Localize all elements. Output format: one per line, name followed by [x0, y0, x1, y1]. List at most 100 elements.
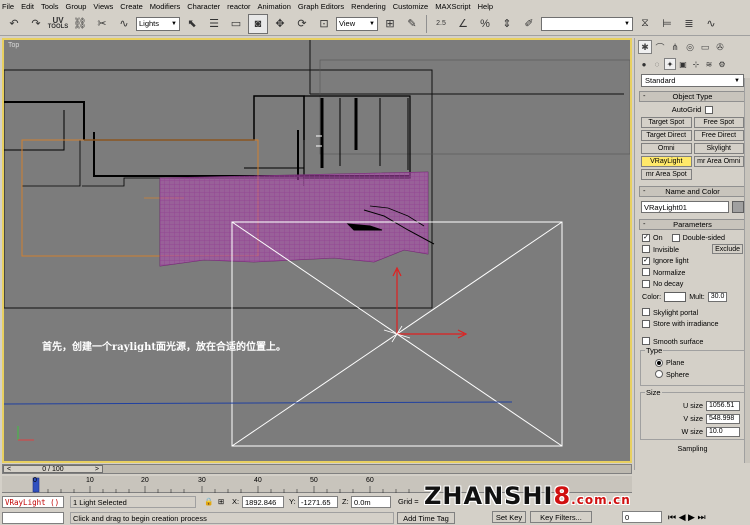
ignore-light-checkbox[interactable]: ✓ [642, 256, 650, 265]
exclude-button[interactable]: Exclude [712, 244, 743, 255]
space-warps-icon[interactable]: ≋ [703, 58, 715, 70]
align-icon[interactable]: ⊨ [657, 14, 677, 34]
move-icon[interactable]: ✥ [270, 14, 290, 34]
mr-area-spot-button[interactable]: mr Area Spot [641, 169, 692, 180]
menu-customize[interactable]: Customize [393, 2, 428, 11]
shapes-icon[interactable]: ◌ [651, 58, 663, 70]
lock-selection-icon[interactable]: 🔒 [204, 497, 213, 506]
select-manipulate-icon[interactable]: ✎ [402, 14, 422, 34]
absolute-mode-icon[interactable]: ⊞ [218, 497, 224, 506]
cameras-icon[interactable]: ▣ [677, 58, 689, 70]
object-name-field[interactable]: VRayLight01 [641, 201, 729, 213]
bind-space-warp-icon[interactable]: ∿ [114, 14, 134, 34]
percent-snap-icon[interactable]: % [475, 14, 495, 34]
target-direct-button[interactable]: Target Direct [641, 130, 692, 141]
maxscript-listener-field[interactable]: VRayLight () [2, 496, 64, 508]
object-type-rollout[interactable]: - Object Type [639, 91, 746, 102]
snap-toggle-icon[interactable]: 2.5 [431, 14, 451, 34]
systems-icon[interactable]: ⚙ [716, 58, 728, 70]
free-spot-button[interactable]: Free Spot [693, 117, 744, 128]
no-decay-checkbox[interactable] [642, 279, 650, 288]
add-time-tag-button[interactable]: Add Time Tag [397, 512, 455, 524]
z-coordinate-field[interactable]: 0.0m [351, 496, 391, 508]
uv-tools-button[interactable]: UV TOOLS [48, 14, 69, 34]
u-size-input[interactable]: 1056.51 [706, 400, 740, 411]
menu-edit[interactable]: Edit [21, 2, 34, 11]
menu-help[interactable]: Help [478, 2, 493, 11]
y-coordinate-field[interactable]: -1271.65 [298, 496, 338, 508]
maxscript-mini-listener[interactable] [2, 512, 64, 524]
menu-reactor[interactable]: reactor [227, 2, 250, 11]
light-color-swatch[interactable] [664, 291, 687, 302]
edit-named-selection-icon[interactable]: ✐ [519, 14, 539, 34]
menu-animation[interactable]: Animation [258, 2, 291, 11]
normalize-checkbox[interactable] [642, 268, 650, 277]
create-tab-icon[interactable]: ✱ [638, 40, 652, 54]
menu-views[interactable]: Views [93, 2, 113, 11]
menu-modifiers[interactable]: Modifiers [150, 2, 180, 11]
selection-filter-dropdown[interactable]: Lights ▼ [136, 16, 180, 31]
select-object-icon[interactable]: ⬉ [182, 14, 202, 34]
menu-rendering[interactable]: Rendering [351, 2, 386, 11]
v-size-input[interactable]: 548.998 [706, 413, 740, 424]
double-sided-checkbox[interactable] [671, 233, 680, 242]
undo-icon[interactable]: ↶ [4, 14, 24, 34]
menu-maxscript[interactable]: MAXScript [435, 2, 470, 11]
select-link-icon[interactable]: ⛓ [70, 14, 90, 34]
menu-character[interactable]: Character [187, 2, 220, 11]
skylight-button[interactable]: Skylight [693, 143, 744, 154]
select-by-name-icon[interactable]: ☰ [204, 14, 224, 34]
on-checkbox[interactable]: ✓ [642, 233, 650, 242]
geometry-icon[interactable]: ● [638, 58, 650, 70]
name-color-rollout[interactable]: - Name and Color [639, 186, 746, 197]
invisible-checkbox[interactable] [642, 245, 650, 254]
top-viewport[interactable]: Top 首先，创建一个raylight面光源，放在合适的位置上。 [2, 38, 632, 463]
reference-coord-dropdown[interactable]: View ▼ [336, 16, 378, 31]
display-tab-icon[interactable]: ▭ [698, 40, 712, 54]
mirror-icon[interactable]: ⧖ [635, 14, 655, 34]
free-direct-button[interactable]: Free Direct [693, 130, 744, 141]
motion-tab-icon[interactable]: ◎ [683, 40, 697, 54]
mult-input[interactable]: 30.0 [707, 291, 728, 302]
window-crossing-icon[interactable]: ◙ [248, 13, 268, 34]
menu-group[interactable]: Group [66, 2, 87, 11]
vraylight-button[interactable]: VRayLight [641, 156, 692, 167]
layer-manager-icon[interactable]: ≣ [679, 14, 699, 34]
plane-radio[interactable] [655, 358, 663, 367]
pivot-center-icon[interactable]: ⊞ [380, 14, 400, 34]
target-spot-button[interactable]: Target Spot [641, 117, 692, 128]
parameters-rollout[interactable]: - Parameters [639, 219, 746, 230]
rotate-icon[interactable]: ⟳ [292, 14, 312, 34]
omni-button[interactable]: Omni [641, 143, 692, 154]
key-filters-button[interactable]: Key Filters... [530, 511, 592, 523]
spinner-snap-icon[interactable]: ⇕ [497, 14, 517, 34]
smooth-surface-checkbox[interactable] [642, 337, 650, 346]
set-key-button[interactable]: Set Key [492, 511, 526, 523]
menu-graph-editors[interactable]: Graph Editors [298, 2, 344, 11]
time-slider[interactable]: < 0 / 100 > [2, 464, 632, 474]
playback-controls-icon[interactable]: ⏮ ◀ ▶ ⏭ [668, 512, 706, 523]
rect-selection-icon[interactable]: ▭ [226, 14, 246, 34]
skylight-portal-checkbox[interactable] [642, 308, 650, 317]
viewport-label[interactable]: Top [8, 42, 19, 49]
menu-create[interactable]: Create [120, 2, 143, 11]
redo-icon[interactable]: ↷ [26, 14, 46, 34]
autogrid-checkbox[interactable] [705, 105, 714, 114]
menu-tools[interactable]: Tools [41, 2, 59, 11]
mr-area-omni-button[interactable]: mr Area Omni [693, 156, 744, 167]
utilities-tab-icon[interactable]: ✇ [713, 40, 727, 54]
curve-editor-icon[interactable]: ∿ [701, 14, 721, 34]
store-irradiance-checkbox[interactable] [642, 319, 650, 328]
modify-tab-icon[interactable]: ⌒ [653, 40, 667, 54]
hierarchy-tab-icon[interactable]: ⋔ [668, 40, 682, 54]
sphere-radio[interactable] [655, 370, 663, 379]
lights-icon[interactable]: ✦ [664, 58, 676, 70]
time-slider-thumb[interactable]: < 0 / 100 > [3, 465, 103, 473]
command-panel-scrollbar[interactable] [744, 78, 750, 463]
current-frame-field[interactable]: 0 [622, 511, 662, 523]
unlink-icon[interactable]: ✂ [92, 14, 112, 34]
named-selection-dropdown[interactable]: ▼ [541, 16, 633, 31]
light-type-dropdown[interactable]: Standard ▼ [641, 74, 744, 87]
w-size-input[interactable]: 10.0 [706, 426, 740, 437]
helpers-icon[interactable]: ⊹ [690, 58, 702, 70]
